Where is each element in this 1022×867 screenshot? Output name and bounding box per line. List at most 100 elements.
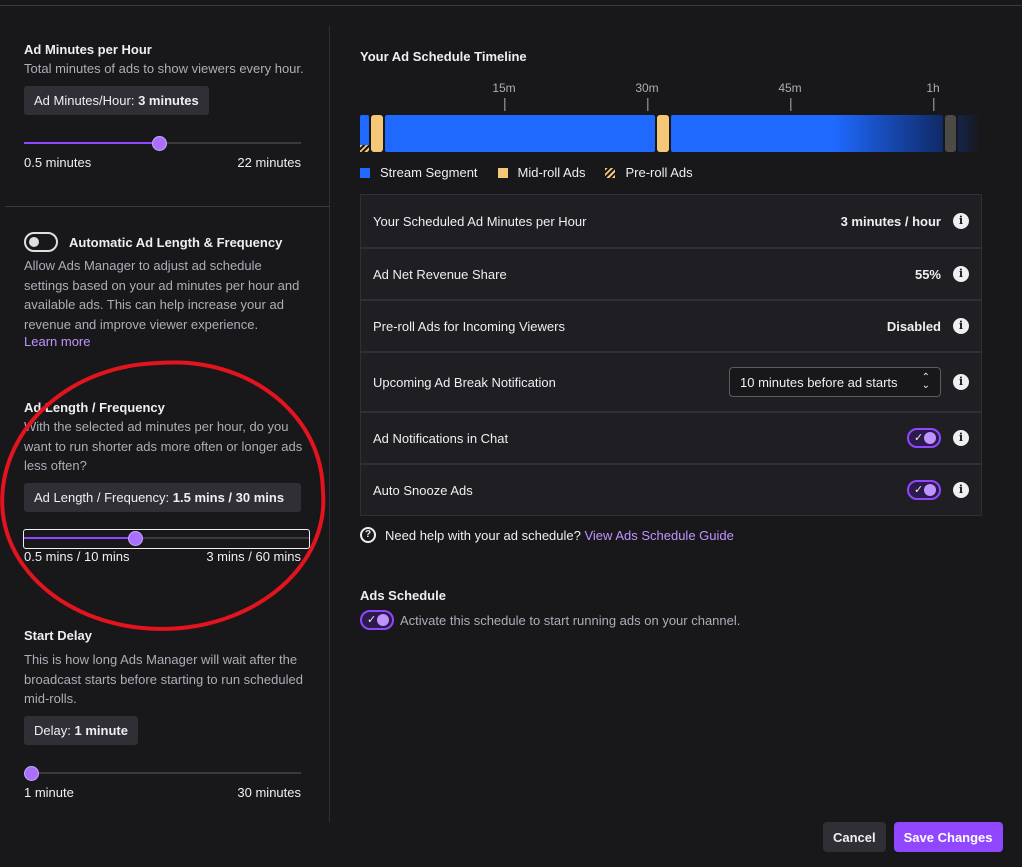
start-delay-section: Start Delay This is how long Ads Manager…	[24, 628, 309, 800]
info-icon[interactable]: i	[953, 213, 969, 229]
start-delay-slider[interactable]	[24, 765, 309, 786]
start-delay-range: 1 minute 30 minutes	[24, 785, 309, 800]
auto-ad-toggle-row: Automatic Ad Length & Frequency	[24, 232, 309, 252]
chip-label: Delay:	[34, 722, 71, 738]
toggle-knob	[924, 432, 936, 444]
footer-buttons: Cancel Save Changes	[823, 822, 1003, 852]
range-min: 1 minute	[24, 784, 74, 800]
save-changes-button[interactable]: Save Changes	[893, 822, 1003, 852]
ads-schedule-toggle[interactable]: ✓	[360, 610, 394, 630]
ads-schedule-row: ✓ Activate this schedule to start runnin…	[360, 610, 740, 630]
timeline-bar	[360, 115, 980, 152]
chat-notifications-toggle[interactable]: ✓	[907, 428, 941, 448]
timeline-legend: Stream Segment Mid-roll Ads Pre-roll Ads	[360, 165, 693, 180]
auto-snooze-toggle[interactable]: ✓	[907, 480, 941, 500]
tick-label: 15m	[492, 81, 516, 111]
preroll-swatch	[605, 167, 616, 178]
settings-sidebar: Ad Minutes per Hour Total minutes of ads…	[0, 26, 332, 822]
cancel-button[interactable]: Cancel	[823, 822, 886, 852]
settings-row: Auto Snooze Ads ✓ i	[361, 463, 981, 515]
ad-length-title: Ad Length / Frequency	[24, 400, 165, 415]
tick-label: 45m	[778, 81, 802, 111]
settings-row: Ad Notifications in Chat ✓ i	[361, 411, 981, 463]
row-label: Pre-roll Ads for Incoming Viewers	[373, 318, 565, 334]
schedule-guide-link[interactable]: View Ads Schedule Guide	[584, 528, 733, 543]
legend-item: Mid-roll Ads	[497, 165, 586, 180]
legend-label: Pre-roll Ads	[625, 165, 693, 180]
slider-thumb[interactable]	[24, 765, 39, 781]
start-delay-chip: Delay: 1 minute	[24, 715, 138, 745]
settings-row: Upcoming Ad Break Notification 10 minute…	[361, 351, 981, 411]
slider-fill	[24, 536, 136, 539]
slider-thumb[interactable]	[152, 135, 167, 151]
select-value: 10 minutes before ad starts	[740, 374, 898, 390]
legend-label: Mid-roll Ads	[517, 165, 586, 180]
timeline-title: Your Ad Schedule Timeline	[360, 49, 527, 64]
legend-label: Stream Segment	[380, 165, 478, 180]
auto-ad-section: Automatic Ad Length & Frequency Allow Ad…	[24, 232, 309, 349]
info-icon[interactable]: i	[953, 430, 969, 446]
ad-minutes-slider[interactable]	[24, 135, 309, 156]
check-icon: ✓	[914, 484, 924, 496]
tick-label: 1h	[926, 81, 940, 111]
check-icon: ✓	[914, 432, 924, 444]
range-min: 0.5 minutes	[24, 154, 92, 170]
range-max: 3 mins / 60 mins	[206, 548, 301, 564]
toggle-knob	[377, 614, 389, 626]
check-icon: ✓	[367, 614, 377, 626]
ad-length-slider[interactable]	[23, 528, 310, 549]
range-max: 30 minutes	[237, 784, 301, 800]
row-value: Disabled	[886, 318, 941, 334]
row-label: Upcoming Ad Break Notification	[373, 374, 556, 390]
slider-thumb[interactable]	[128, 530, 143, 546]
midroll-marker-future	[945, 115, 956, 152]
chip-value: 1 minute	[74, 722, 128, 738]
start-delay-title: Start Delay	[24, 628, 92, 643]
legend-item: Stream Segment	[360, 165, 478, 180]
notification-select[interactable]: 10 minutes before ad starts ⌃ ⌄	[729, 367, 941, 397]
ad-length-section: Ad Length / Frequency With the selected …	[23, 400, 310, 564]
preroll-marker	[360, 145, 369, 152]
auto-ad-toggle[interactable]	[24, 232, 58, 252]
learn-more-link[interactable]: Learn more	[24, 334, 90, 349]
chevron-updown-icon: ⌃ ⌄	[921, 372, 930, 391]
info-icon[interactable]: i	[953, 374, 969, 390]
row-label: Auto Snooze Ads	[373, 482, 473, 498]
midroll-swatch	[497, 167, 508, 178]
help-row: ? Need help with your ad schedule? View …	[360, 527, 734, 543]
top-divider	[0, 5, 1022, 6]
ad-minutes-chip: Ad Minutes/Hour: 3 minutes	[24, 85, 209, 115]
legend-item: Pre-roll Ads	[605, 165, 693, 180]
ad-length-desc: With the selected ad minutes per hour, d…	[24, 419, 303, 473]
tick-label: 30m	[635, 81, 659, 111]
row-value: 3 minutes / hour	[840, 213, 941, 229]
chip-value: 1.5 mins / 30 mins	[172, 489, 285, 505]
settings-row: Your Scheduled Ad Minutes per Hour 3 min…	[361, 195, 981, 247]
ad-minutes-section: Ad Minutes per Hour Total minutes of ads…	[24, 42, 309, 170]
stream-segment	[385, 115, 655, 152]
info-icon[interactable]: i	[953, 482, 969, 498]
row-label: Your Scheduled Ad Minutes per Hour	[373, 213, 587, 229]
ads-schedule-desc: Activate this schedule to start running …	[400, 612, 741, 628]
row-label: Ad Notifications in Chat	[373, 430, 509, 446]
ads-schedule-title: Ads Schedule	[360, 588, 446, 603]
chip-label: Ad Minutes/Hour:	[34, 92, 135, 108]
auto-ad-desc: Allow Ads Manager to adjust ad schedule …	[24, 258, 300, 332]
slider-track	[24, 771, 301, 774]
chip-label: Ad Length / Frequency:	[34, 489, 170, 505]
stream-swatch	[360, 167, 370, 178]
question-icon: ?	[360, 527, 376, 543]
row-label: Ad Net Revenue Share	[373, 266, 507, 282]
timeline-ticks: 15m 30m 45m 1h	[360, 81, 980, 113]
info-icon[interactable]: i	[953, 318, 969, 334]
ad-minutes-range: 0.5 minutes 22 minutes	[24, 155, 309, 170]
midroll-marker	[371, 115, 383, 152]
section-divider	[5, 206, 330, 207]
info-icon[interactable]: i	[953, 266, 969, 282]
ad-minutes-desc: Total minutes of ads to show viewers eve…	[24, 61, 304, 76]
settings-row: Pre-roll Ads for Incoming Viewers Disabl…	[361, 299, 981, 351]
range-min: 0.5 mins / 10 mins	[24, 548, 130, 564]
toggle-knob	[924, 484, 936, 496]
help-text: Need help with your ad schedule?	[385, 527, 581, 543]
ad-minutes-title: Ad Minutes per Hour	[24, 42, 152, 57]
